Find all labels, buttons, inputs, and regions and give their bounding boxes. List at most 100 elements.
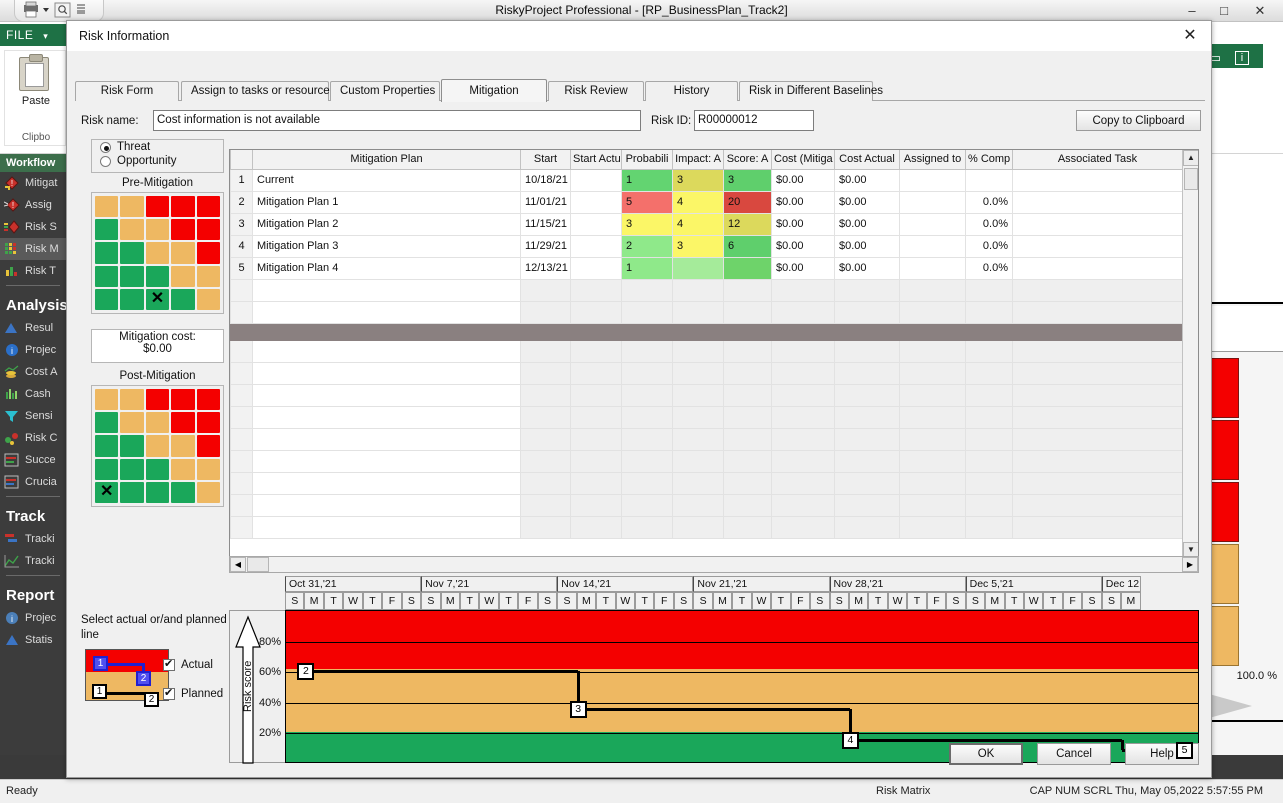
- cell-assigned[interactable]: [900, 235, 966, 257]
- cell-score[interactable]: 3: [724, 169, 772, 191]
- cell-cost-actual[interactable]: $0.00: [835, 169, 900, 191]
- matrix-cell[interactable]: [146, 482, 169, 503]
- table-row[interactable]: 3Mitigation Plan 211/15/213412$0.00$0.00…: [231, 213, 1183, 235]
- row-number[interactable]: 1: [231, 169, 253, 191]
- column-header-start[interactable]: Start: [521, 150, 571, 169]
- cell-impact[interactable]: 3: [673, 169, 724, 191]
- matrix-cell[interactable]: [120, 435, 143, 456]
- chart-step-marker[interactable]: 2: [297, 663, 314, 680]
- chart-step-marker[interactable]: 5: [1176, 742, 1193, 759]
- cell-start[interactable]: 11/29/21: [521, 235, 571, 257]
- matrix-cell[interactable]: ✕: [95, 482, 118, 503]
- sidebar-item-risk-c[interactable]: Risk C: [0, 427, 66, 449]
- matrix-cell[interactable]: [171, 242, 194, 263]
- column-header-mitigation-plan[interactable]: Mitigation Plan: [253, 150, 521, 169]
- cell-percent[interactable]: 0.0%: [966, 257, 1013, 279]
- matrix-cell[interactable]: [95, 389, 118, 410]
- cell-mitigation-plan[interactable]: Mitigation Plan 4: [253, 257, 521, 279]
- cell-assigned[interactable]: [900, 169, 966, 191]
- opportunity-radio[interactable]: [100, 156, 111, 167]
- cell-start[interactable]: 10/18/21: [521, 169, 571, 191]
- row-number[interactable]: 4: [231, 235, 253, 257]
- cell-percent[interactable]: [966, 169, 1013, 191]
- column-header-start-actual[interactable]: Start Actu: [571, 150, 622, 169]
- cell-cost-actual[interactable]: $0.00: [835, 257, 900, 279]
- cell-probability[interactable]: 1: [622, 169, 673, 191]
- matrix-cell[interactable]: [146, 459, 169, 480]
- table-horizontal-scrollbar[interactable]: ◀ ▶: [229, 556, 1199, 573]
- sidebar-item-report-project[interactable]: i Projec: [0, 607, 66, 629]
- matrix-cell[interactable]: [197, 459, 220, 480]
- cell-start-actual[interactable]: [571, 169, 622, 191]
- opportunity-radio-row[interactable]: Opportunity: [92, 154, 223, 168]
- cell-impact[interactable]: 3: [673, 235, 724, 257]
- matrix-cell[interactable]: [197, 482, 220, 503]
- column-header-cost-actual[interactable]: Cost Actual: [835, 150, 900, 169]
- cell-score[interactable]: 6: [724, 235, 772, 257]
- ok-button[interactable]: OK: [949, 743, 1023, 765]
- cell-cost[interactable]: $0.00: [772, 169, 835, 191]
- scroll-left-icon[interactable]: ◀: [230, 557, 246, 572]
- threat-radio-row[interactable]: Threat: [92, 140, 223, 154]
- matrix-cell[interactable]: [95, 412, 118, 433]
- cell-mitigation-plan[interactable]: Mitigation Plan 2: [253, 213, 521, 235]
- matrix-cell[interactable]: [171, 459, 194, 480]
- threat-radio[interactable]: [100, 142, 111, 153]
- column-header-probability[interactable]: Probabili: [622, 150, 673, 169]
- matrix-cell[interactable]: [171, 219, 194, 240]
- matrix-cell[interactable]: [197, 219, 220, 240]
- matrix-cell[interactable]: [120, 412, 143, 433]
- cell-percent[interactable]: 0.0%: [966, 235, 1013, 257]
- chart-step-marker[interactable]: 3: [570, 701, 587, 718]
- cell-task[interactable]: [1013, 191, 1183, 213]
- matrix-cell[interactable]: [95, 242, 118, 263]
- sidebar-item-sensitivity[interactable]: Sensi: [0, 405, 66, 427]
- sidebar-item-tracking-1[interactable]: Tracki: [0, 528, 66, 550]
- column-header-associated-task[interactable]: Associated Task: [1013, 150, 1183, 169]
- post-mitigation-matrix[interactable]: ✕: [91, 385, 224, 507]
- column-header-assigned-to[interactable]: Assigned to: [900, 150, 966, 169]
- column-header-percent-complete[interactable]: % Comp: [966, 150, 1013, 169]
- table-row[interactable]: 1Current10/18/21133$0.00$0.00: [231, 169, 1183, 191]
- matrix-cell[interactable]: [197, 435, 220, 456]
- cell-start-actual[interactable]: [571, 257, 622, 279]
- matrix-cell[interactable]: [197, 389, 220, 410]
- cell-assigned[interactable]: [900, 257, 966, 279]
- matrix-cell[interactable]: [197, 266, 220, 287]
- sidebar-item-tracking-2[interactable]: Tracki: [0, 550, 66, 572]
- row-number[interactable]: 2: [231, 191, 253, 213]
- cell-cost-actual[interactable]: $0.00: [835, 191, 900, 213]
- sidebar-item-report-statistics[interactable]: Statis: [0, 629, 66, 651]
- sidebar-item-results[interactable]: Resul: [0, 317, 66, 339]
- matrix-cell[interactable]: [171, 482, 194, 503]
- cell-task[interactable]: [1013, 213, 1183, 235]
- matrix-cell[interactable]: [146, 412, 169, 433]
- cell-probability[interactable]: 1: [622, 257, 673, 279]
- matrix-cell[interactable]: [197, 196, 220, 217]
- matrix-cell[interactable]: [197, 412, 220, 433]
- sidebar-item-success[interactable]: Succe: [0, 449, 66, 471]
- tab-risk-form[interactable]: Risk Form: [75, 81, 179, 101]
- minimize-button[interactable]: –: [1179, 4, 1205, 19]
- horizontal-scroll-thumb[interactable]: [247, 557, 269, 572]
- cell-start[interactable]: 11/15/21: [521, 213, 571, 235]
- matrix-cell[interactable]: [146, 435, 169, 456]
- file-tab[interactable]: FILE ▾: [0, 24, 66, 46]
- tab-assign-to-tasks[interactable]: Assign to tasks or resources: [181, 81, 329, 101]
- column-header-cost-mitigation[interactable]: Cost (Mitiga: [772, 150, 835, 169]
- cell-cost[interactable]: $0.00: [772, 235, 835, 257]
- matrix-cell[interactable]: [171, 435, 194, 456]
- table-row[interactable]: 5Mitigation Plan 412/13/211$0.00$0.000.0…: [231, 257, 1183, 279]
- matrix-cell[interactable]: [95, 219, 118, 240]
- info-icon[interactable]: i: [1235, 51, 1249, 65]
- table-row[interactable]: 4Mitigation Plan 311/29/21236$0.00$0.000…: [231, 235, 1183, 257]
- cell-score[interactable]: 20: [724, 191, 772, 213]
- tab-risk-review[interactable]: Risk Review: [548, 81, 644, 101]
- matrix-cell[interactable]: [120, 196, 143, 217]
- cell-impact[interactable]: 4: [673, 213, 724, 235]
- cancel-button[interactable]: Cancel: [1037, 743, 1111, 765]
- dialog-close-icon[interactable]: ✕: [1175, 25, 1205, 47]
- matrix-cell[interactable]: [95, 266, 118, 287]
- copy-to-clipboard-button[interactable]: Copy to Clipboard: [1076, 110, 1201, 131]
- cell-start[interactable]: 12/13/21: [521, 257, 571, 279]
